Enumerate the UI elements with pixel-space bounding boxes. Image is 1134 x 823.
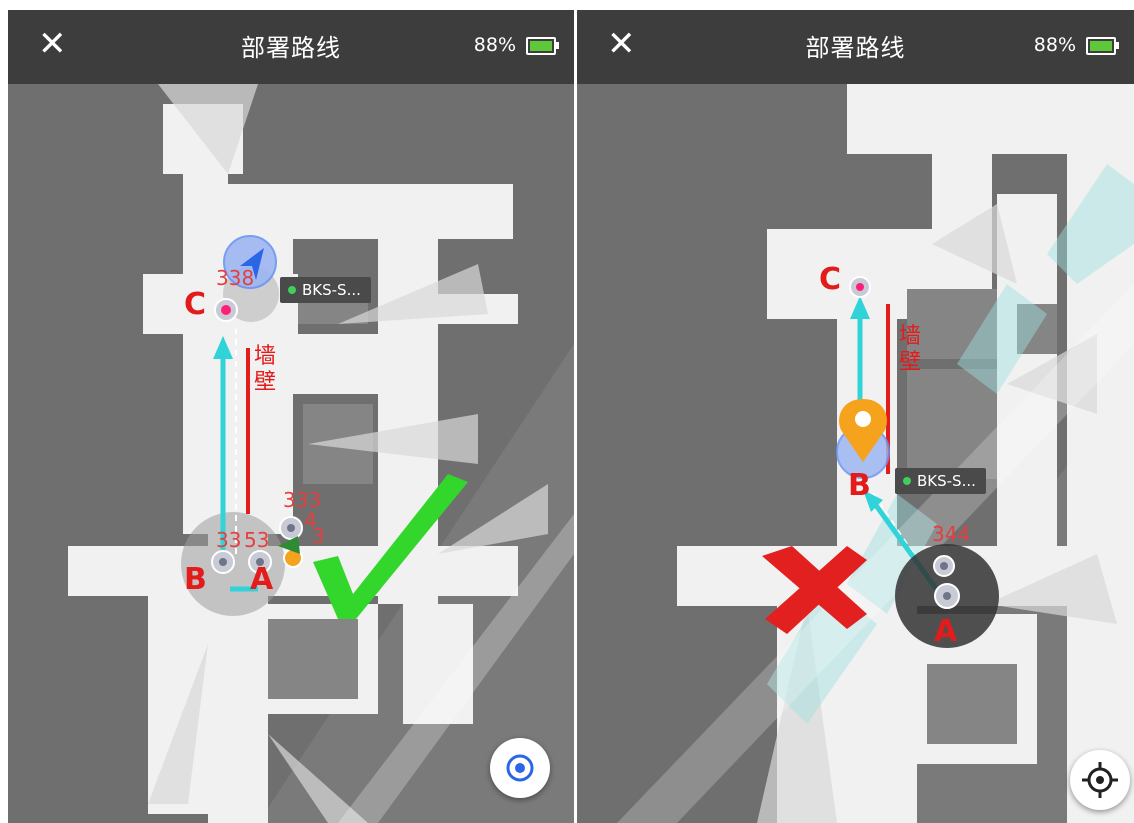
locate-button[interactable] (490, 738, 550, 798)
crosshair-icon (1082, 762, 1118, 798)
map-number-label: 338 (216, 266, 255, 290)
battery-percentage: 88% (473, 34, 516, 56)
point-label-a: A (934, 614, 958, 649)
battery-percentage: 88% (1033, 34, 1076, 56)
point-label-a: A (250, 562, 274, 597)
map-number-label: 33 (216, 528, 242, 552)
waypoint-c (849, 276, 871, 298)
top-bar: ✕ 部署路线 88% (8, 10, 574, 84)
wall-label: 墙壁 (899, 324, 922, 375)
battery-icon (1086, 37, 1119, 55)
map-view[interactable]: C B A 墙壁 338 333 4 33 53 3 BKS-S... (8, 84, 574, 823)
map-canvas (8, 84, 574, 823)
online-status-dot (288, 286, 296, 294)
robot-name: BKS-S... (917, 472, 976, 490)
robot-name-tag[interactable]: BKS-S... (280, 277, 371, 303)
map-canvas (577, 84, 1134, 823)
point-label-c: C (819, 262, 842, 297)
point-label-b: B (848, 468, 871, 503)
map-number-label: 53 (244, 528, 270, 552)
left-phone-screen: ✕ 部署路线 88% C B A 墙壁 338 333 4 33 53 3 BK… (8, 10, 574, 823)
robot-name-tag[interactable]: BKS-S... (895, 468, 986, 494)
battery-icon (526, 37, 559, 55)
waypoint-c (214, 298, 238, 322)
waypoint-b (211, 550, 235, 574)
target-icon (506, 754, 534, 782)
locate-button[interactable] (1070, 750, 1130, 810)
robot-name: BKS-S... (302, 281, 361, 299)
map-number-label: 344 (932, 522, 971, 546)
online-status-dot (903, 477, 911, 485)
point-label-b: B (184, 562, 207, 597)
right-phone-screen: ✕ 部署路线 88% C B A 墙壁 344 BKS-S... (577, 10, 1134, 823)
map-view[interactable]: C B A 墙壁 344 BKS-S... (577, 84, 1134, 823)
wall-label: 墙壁 (254, 344, 277, 395)
point-label-c: C (184, 287, 207, 322)
top-bar: ✕ 部署路线 88% (577, 10, 1134, 84)
map-number-label: 3 (312, 524, 325, 548)
